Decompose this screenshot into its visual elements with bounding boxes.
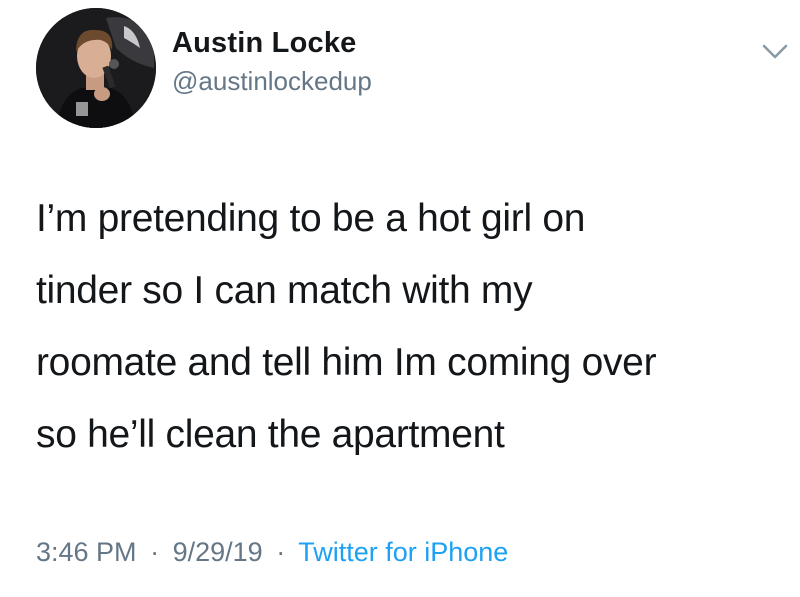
tweet-text-line: I’m pretending to be a hot girl on xyxy=(36,197,586,240)
avatar-photo xyxy=(36,8,156,128)
separator: · xyxy=(150,537,160,567)
avatar[interactable] xyxy=(36,8,156,128)
tweet-header: Austin Locke @austinlockedup xyxy=(36,4,800,134)
tweet-text-line: tinder so I can match with my xyxy=(36,269,533,312)
user-handle[interactable]: @austinlockedup xyxy=(172,64,372,98)
tweet-meta: 3:46 PM · 9/29/19 · Twitter for iPhone xyxy=(36,535,508,569)
tweet-time[interactable]: 3:46 PM xyxy=(36,537,137,567)
tweet-text-line: roomate and tell him Im coming over xyxy=(36,341,657,384)
tweet-card: Austin Locke @austinlockedup I’m pretend… xyxy=(0,0,800,597)
user-block[interactable]: Austin Locke @austinlockedup xyxy=(172,26,372,98)
tweet-text-line: so he’ll clean the apartment xyxy=(36,413,505,456)
display-name[interactable]: Austin Locke xyxy=(172,26,372,60)
tweet-text: I’m pretending to be a hot girl on tinde… xyxy=(36,183,776,471)
tweet-source-link[interactable]: Twitter for iPhone xyxy=(298,537,508,567)
chevron-down-icon[interactable] xyxy=(760,40,790,64)
separator: · xyxy=(276,537,286,567)
tweet-date[interactable]: 9/29/19 xyxy=(173,537,263,567)
